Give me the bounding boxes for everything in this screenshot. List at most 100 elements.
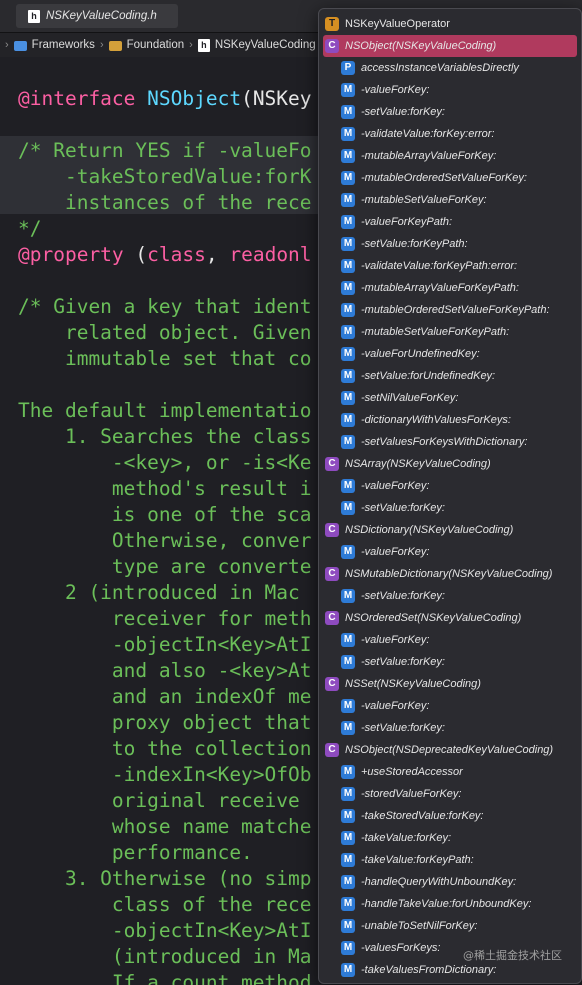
symbol-member-item[interactable]: M -mutableOrderedSetValueForKeyPath: — [319, 299, 581, 321]
code-line: -takeStoredValue:forK — [18, 165, 312, 188]
symbol-kind-m-icon: M — [341, 809, 355, 823]
symbol-label: -setNilValueForKey: — [361, 392, 459, 404]
breadcrumb-item[interactable]: NSKeyValueCoding — [215, 39, 316, 51]
symbol-kind-m-icon: M — [341, 831, 355, 845]
symbol-member-item[interactable]: M -valueForKey: — [319, 79, 581, 101]
symbol-kind-c-icon: C — [325, 611, 339, 625]
symbol-member-item[interactable]: M -setValue:forKeyPath: — [319, 233, 581, 255]
code-line: instances of the rece — [18, 191, 312, 214]
symbol-member-item[interactable]: PaccessInstanceVariablesDirectly — [319, 57, 581, 79]
symbol-member-item[interactable]: M +useStoredAccessor — [319, 761, 581, 783]
symbol-kind-m-icon: M — [341, 479, 355, 493]
symbol-member-item[interactable]: M -setValue:forKey: — [319, 497, 581, 519]
symbol-label: -mutableSetValueForKeyPath: — [361, 326, 510, 338]
symbol-member-item[interactable]: M -dictionaryWithValuesForKeys: — [319, 409, 581, 431]
symbol-member-item[interactable]: M -setValuesForKeysWithDictionary: — [319, 431, 581, 453]
symbol-kind-p-icon: P — [341, 61, 355, 75]
symbol-kind-m-icon: M — [341, 325, 355, 339]
symbol-label: -takeValue:forKeyPath: — [361, 854, 474, 866]
symbol-member-item[interactable]: M -validateValue:forKey:error: — [319, 123, 581, 145]
symbol-label: -valueForKey: — [361, 700, 430, 712]
symbol-kind-m-icon: M — [341, 897, 355, 911]
symbol-member-item[interactable]: M -takeValue:forKeyPath: — [319, 849, 581, 871]
symbol-label: -valueForUndefinedKey: — [361, 348, 480, 360]
symbol-member-item[interactable]: M -setValue:forKey: — [319, 585, 581, 607]
symbol-member-item[interactable]: M -mutableSetValueForKeyPath: — [319, 321, 581, 343]
symbol-member-item[interactable]: M -valueForUndefinedKey: — [319, 343, 581, 365]
code-line: immutable set that co — [18, 347, 312, 370]
symbol-kind-c-icon: C — [325, 677, 339, 691]
symbol-kind-m-icon: M — [341, 149, 355, 163]
symbol-member-item[interactable]: M -storedValueForKey: — [319, 783, 581, 805]
symbol-member-item[interactable]: M -mutableArrayValueForKey: — [319, 145, 581, 167]
symbol-member-item[interactable]: M -handleTakeValue:forUnboundKey: — [319, 893, 581, 915]
symbol-member-item[interactable]: M -setValue:forUndefinedKey: — [319, 365, 581, 387]
symbol-label: +useStoredAccessor — [361, 766, 463, 778]
symbol-kind-m-icon: M — [341, 391, 355, 405]
symbol-label: -valueForKeyPath: — [361, 216, 453, 228]
symbol-member-item[interactable]: M -mutableSetValueForKey: — [319, 189, 581, 211]
symbol-member-item[interactable]: M -valueForKey: — [319, 541, 581, 563]
symbol-label: -setValue:forKey: — [361, 502, 445, 514]
symbol-kind-m-icon: M — [341, 589, 355, 603]
symbol-label: NSArray(NSKeyValueCoding) — [345, 458, 491, 470]
code-line: -<key>, or -is<Ke — [18, 451, 312, 474]
symbol-member-item[interactable]: M -validateValue:forKeyPath:error: — [319, 255, 581, 277]
code-line: to the collection — [18, 737, 312, 760]
symbol-member-item[interactable]: M -mutableOrderedSetValueForKey: — [319, 167, 581, 189]
symbol-label: -takeValuesFromDictionary: — [361, 964, 497, 976]
framework-icon — [108, 41, 122, 51]
symbol-label: -dictionaryWithValuesForKeys: — [361, 414, 511, 426]
code-line: 3. Otherwise (no simp — [18, 867, 312, 890]
symbol-member-item[interactable]: M -setValue:forKey: — [319, 101, 581, 123]
symbol-kind-m-icon: M — [341, 963, 355, 977]
symbol-member-item[interactable]: M -valueForKey: — [319, 475, 581, 497]
symbol-member-item[interactable]: M -handleQueryWithUnboundKey: — [319, 871, 581, 893]
symbol-group-item[interactable]: C NSObject(NSDeprecatedKeyValueCoding) — [319, 739, 581, 761]
code-line: related object. Given — [18, 321, 312, 344]
symbol-member-item[interactable]: M -takeStoredValue:forKey: — [319, 805, 581, 827]
symbol-member-item[interactable]: M -valueForKey: — [319, 695, 581, 717]
symbol-member-item[interactable]: M -valueForKey: — [319, 629, 581, 651]
symbol-kind-m-icon: M — [341, 875, 355, 889]
tab-nskeyvaluecoding[interactable]: h NSKeyValueCoding.h — [16, 4, 178, 28]
symbol-member-item[interactable]: M -takeValue:forKey: — [319, 827, 581, 849]
symbol-member-item[interactable]: M -setValue:forKey: — [319, 717, 581, 739]
symbol-member-item[interactable]: M -setNilValueForKey: — [319, 387, 581, 409]
symbol-group-item[interactable]: C NSMutableDictionary(NSKeyValueCoding) — [319, 563, 581, 585]
code-line: and an indexOf me — [18, 685, 312, 708]
symbol-kind-m-icon: M — [341, 699, 355, 713]
symbol-kind-m-icon: M — [341, 281, 355, 295]
chevron-right-icon: › — [189, 39, 193, 51]
symbol-member-item[interactable]: M -unableToSetNilForKey: — [319, 915, 581, 937]
code-line: If a count method — [18, 971, 312, 985]
symbol-group-item[interactable]: C NSOrderedSet(NSKeyValueCoding) — [319, 607, 581, 629]
symbol-group-item[interactable]: C NSArray(NSKeyValueCoding) — [319, 453, 581, 475]
symbol-member-item[interactable]: M -mutableArrayValueForKeyPath: — [319, 277, 581, 299]
symbol-label: -setValue:forKeyPath: — [361, 238, 468, 250]
code-line: -indexIn<Key>OfOb — [18, 763, 312, 786]
header-file-icon: h — [197, 38, 210, 52]
code-line: is one of the sca — [18, 503, 312, 526]
symbol-member-item[interactable]: M -setValue:forKey: — [319, 651, 581, 673]
symbol-label: accessInstanceVariablesDirectly — [361, 62, 519, 74]
symbol-label: -validateValue:forKey:error: — [361, 128, 495, 140]
symbol-group-item[interactable]: T NSKeyValueOperator — [319, 13, 581, 35]
symbol-kind-m-icon: M — [341, 83, 355, 97]
symbol-label: -storedValueForKey: — [361, 788, 462, 800]
breadcrumb-item[interactable]: Foundation — [127, 39, 185, 51]
breadcrumb-item[interactable]: Frameworks — [32, 39, 95, 51]
symbol-kind-m-icon: M — [341, 919, 355, 933]
code-line: method's result i — [18, 477, 312, 500]
symbol-label: -valuesForKeys: — [361, 942, 441, 954]
symbol-group-item[interactable]: C NSObject(NSKeyValueCoding) — [323, 35, 577, 57]
symbol-member-item[interactable]: M -valueForKeyPath: — [319, 211, 581, 233]
symbol-kind-m-icon: M — [341, 655, 355, 669]
chevron-right-icon: › — [5, 39, 9, 51]
symbol-group-item[interactable]: C NSDictionary(NSKeyValueCoding) — [319, 519, 581, 541]
symbol-group-item[interactable]: C NSSet(NSKeyValueCoding) — [319, 673, 581, 695]
symbol-label: -valueForKey: — [361, 84, 430, 96]
symbol-kind-m-icon: M — [341, 347, 355, 361]
code-line: The default implementatio — [18, 399, 312, 422]
symbol-label: -mutableSetValueForKey: — [361, 194, 487, 206]
